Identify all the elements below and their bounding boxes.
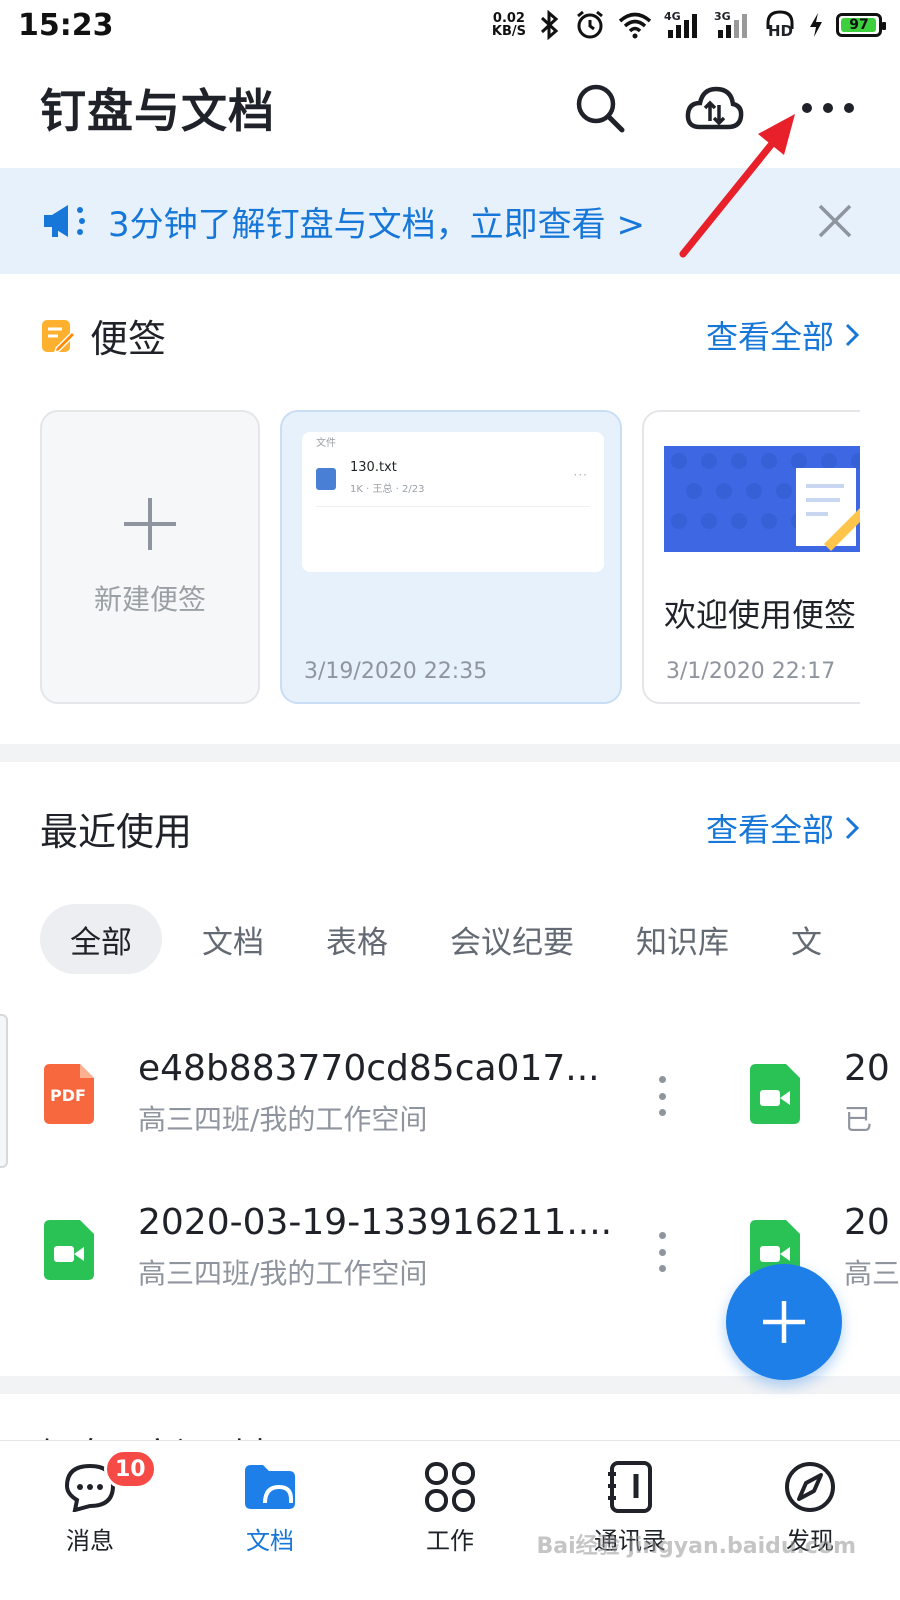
- new-note-label: 新建便签: [93, 583, 206, 616]
- network-speed: 0.02 KB/S: [491, 11, 526, 39]
- search-button[interactable]: [568, 76, 632, 140]
- more-horizontal-icon: [802, 103, 854, 113]
- status-bar: 15:23 0.02 KB/S 4G 3G HD 97: [0, 0, 900, 50]
- page-title: 钉盘与文档: [40, 84, 275, 138]
- megaphone-icon: [44, 205, 85, 237]
- video-file-icon: [44, 1220, 94, 1280]
- signal-3g-icon: 3G: [714, 10, 752, 40]
- folder-icon: [245, 1465, 295, 1509]
- file-path: 已: [844, 1103, 873, 1136]
- page-header: 钉盘与文档: [0, 58, 900, 158]
- note-card[interactable]: 文件 130.txt 1K · 王总 · 2/23 ··· 3/19/2020 …: [280, 410, 622, 704]
- plus-icon: [763, 1301, 805, 1343]
- intro-banner[interactable]: 3分钟了解钉盘与文档，立即查看 >: [0, 168, 900, 274]
- file-name: e48b883770cd85ca017...: [138, 1048, 600, 1089]
- note-file-name: 130.txt: [350, 460, 397, 475]
- nav-item-contacts[interactable]: 通讯录: [540, 1441, 720, 1600]
- item-more-button[interactable]: [650, 1076, 674, 1116]
- recent-see-all-link[interactable]: 查看全部: [706, 805, 860, 851]
- file-name: 2020-03-19-133916211....: [138, 1202, 613, 1243]
- signal-4g-icon: 4G: [664, 10, 702, 40]
- more-horizontal-icon: ···: [573, 468, 588, 482]
- alarm-icon: [577, 10, 603, 39]
- note-icon: [42, 320, 76, 354]
- pdf-file-icon: PDF: [44, 1064, 94, 1124]
- compass-icon: [785, 1462, 835, 1512]
- file-name: 20: [844, 1202, 890, 1243]
- nav-item-discover[interactable]: 发现: [720, 1441, 900, 1600]
- video-file-icon: [750, 1064, 800, 1124]
- note-preview: 文件 130.txt 1K · 王总 · 2/23 ···: [302, 432, 604, 572]
- nav-item-messages[interactable]: 10 消息: [0, 1441, 180, 1600]
- chevron-right-icon: [845, 323, 860, 347]
- note-date: 3/19/2020 22:35: [304, 659, 488, 684]
- nav-item-docs[interactable]: 文档: [180, 1441, 360, 1600]
- cloud-transfer-icon: [685, 86, 744, 130]
- note-title: 欢迎使用便签: [664, 596, 857, 634]
- filter-tab-docs[interactable]: 文档: [202, 904, 264, 974]
- chevron-right-icon: [845, 816, 860, 840]
- welcome-illustration: [664, 446, 860, 552]
- close-icon: [818, 204, 852, 238]
- filter-tab-sheets[interactable]: 表格: [326, 904, 388, 974]
- headphone-icon: HD: [764, 9, 796, 41]
- file-path: 高三四班/我的工作空间: [138, 1257, 428, 1290]
- file-path: 高三四班/我的工作空间: [138, 1103, 428, 1136]
- bottom-nav: 10 消息 文档 工作 通讯录 发现 Bai经验 jingyan.baidu.c…: [0, 1440, 900, 1600]
- status-time: 15:23: [18, 7, 114, 43]
- filter-tab-meeting-notes[interactable]: 会议纪要: [450, 904, 574, 974]
- charging-icon: [810, 13, 822, 37]
- item-more-button[interactable]: [650, 1232, 674, 1272]
- plus-icon: [124, 498, 176, 550]
- filter-tab-all[interactable]: 全部: [40, 904, 162, 974]
- notes-see-all-link[interactable]: 查看全部: [706, 312, 860, 358]
- unread-badge: 10: [104, 1449, 157, 1489]
- grid-icon: [425, 1462, 475, 1512]
- bluetooth-icon: [540, 10, 559, 40]
- filter-tab-knowledge-base[interactable]: 知识库: [636, 904, 729, 974]
- note-card[interactable]: 欢迎使用便签 3/1/2020 22:17: [642, 410, 860, 704]
- search-icon: [576, 84, 625, 133]
- file-name: 20: [844, 1048, 890, 1089]
- notes-carousel: 新建便签 文件 130.txt 1K · 王总 · 2/23 ··· 3/19/…: [40, 410, 860, 706]
- doc-file-icon: [316, 468, 336, 490]
- section-divider: [0, 744, 900, 762]
- header-actions: [568, 76, 860, 140]
- notes-section-title: 便签: [90, 316, 167, 361]
- wifi-icon: [618, 12, 652, 39]
- notes-section-header: 便签 查看全部: [40, 305, 860, 365]
- file-path: 高三: [844, 1257, 900, 1290]
- banner-close-button[interactable]: [810, 196, 860, 246]
- note-file-meta: 1K · 王总 · 2/23: [350, 484, 425, 495]
- battery-icon: 97: [836, 13, 886, 37]
- filter-tab-more[interactable]: 文: [791, 904, 822, 974]
- new-note-card[interactable]: 新建便签: [40, 410, 260, 704]
- more-button[interactable]: [796, 76, 860, 140]
- recent-section-title: 最近使用: [40, 809, 193, 854]
- section-divider: [0, 1376, 900, 1394]
- recent-filter-tabs: 全部 文档 表格 会议纪要 知识库 文: [40, 904, 900, 974]
- recent-section-header: 最近使用 查看全部: [40, 798, 860, 858]
- note-date: 3/1/2020 22:17: [666, 659, 836, 684]
- nav-item-work[interactable]: 工作: [360, 1441, 540, 1600]
- cloud-transfer-button[interactable]: [682, 76, 746, 140]
- list-item[interactable]: PDF e48b883770cd85ca017... 高三四班/我的工作空间 2…: [0, 1030, 900, 1160]
- create-fab-button[interactable]: [726, 1264, 842, 1380]
- contacts-icon: [608, 1461, 652, 1513]
- banner-text[interactable]: 3分钟了解钉盘与文档，立即查看 >: [108, 197, 645, 246]
- watermark: Bai经验 jingyan.baidu.com: [536, 1534, 857, 1559]
- status-icons: 0.02 KB/S 4G 3G HD 97: [491, 9, 886, 41]
